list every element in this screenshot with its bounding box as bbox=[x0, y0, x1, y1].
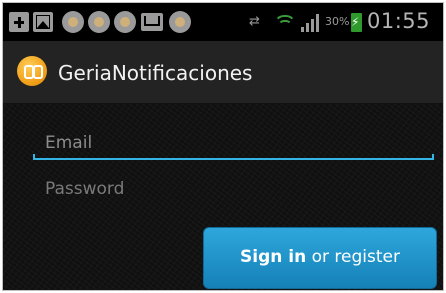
password-input[interactable] bbox=[33, 172, 443, 206]
signal-strength-icon bbox=[301, 12, 323, 32]
app-notification-icon bbox=[88, 11, 110, 33]
sign-in-label: Sign in bbox=[240, 247, 307, 267]
email-input[interactable] bbox=[33, 126, 443, 160]
action-bar: GeriaNotificaciones bbox=[3, 41, 443, 104]
login-form: Sign in or register bbox=[3, 104, 443, 290]
status-bar: ⇄ 30% 01:55 bbox=[3, 3, 443, 41]
email-focus-underline bbox=[33, 154, 434, 160]
phone-screen: ⇄ 30% 01:55 GeriaNotificaciones Sign in … bbox=[2, 2, 444, 291]
sign-in-button[interactable]: Sign in or register bbox=[203, 227, 437, 289]
app-title: GeriaNotificaciones bbox=[58, 61, 253, 85]
register-label: or register bbox=[306, 247, 400, 267]
data-sync-icon: ⇄ bbox=[249, 14, 260, 29]
wifi-icon bbox=[274, 13, 296, 31]
app-notification-icon bbox=[169, 11, 191, 33]
plus-icon bbox=[9, 12, 29, 32]
clock: 01:55 bbox=[367, 9, 431, 33]
battery-charging-icon bbox=[351, 13, 362, 32]
battery-percentage: 30% bbox=[325, 15, 350, 28]
gmail-icon bbox=[141, 13, 163, 31]
app-notification-icon bbox=[62, 11, 84, 33]
app-logo-icon[interactable] bbox=[17, 56, 47, 86]
image-icon bbox=[33, 12, 53, 32]
app-notification-icon bbox=[114, 11, 136, 33]
